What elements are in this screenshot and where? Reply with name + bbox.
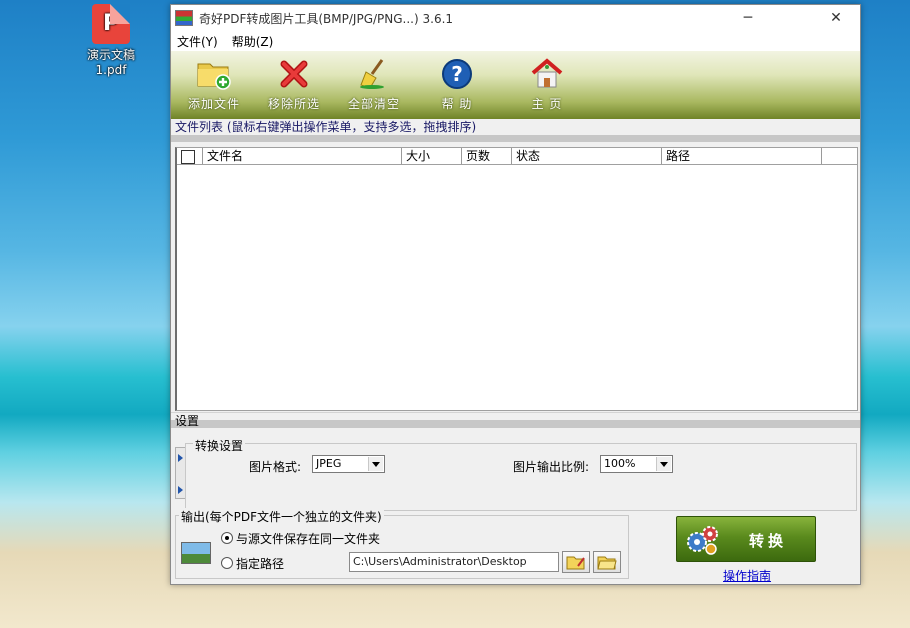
add-file-button[interactable]: 添加文件 (174, 51, 254, 117)
custom-path-radio[interactable] (221, 557, 233, 569)
menu-bar: 文件(Y) 帮助(Z) (171, 31, 860, 51)
operation-guide-link[interactable]: 操作指南 (723, 567, 771, 584)
custom-path-label[interactable]: 指定路径 (236, 555, 284, 572)
select-all-cell[interactable] (177, 148, 203, 164)
help-question-icon: ? (417, 57, 497, 91)
menu-help[interactable]: 帮助(Z) (232, 33, 274, 50)
chevron-down-icon[interactable] (656, 457, 671, 471)
scale-label: 图片输出比例: (513, 460, 590, 474)
file-list-divider (171, 135, 860, 142)
column-header-size[interactable]: 大小 (402, 148, 462, 164)
home-label: 主 页 (531, 97, 563, 111)
image-format-value: JPEG (316, 457, 342, 470)
same-folder-radio[interactable] (221, 532, 233, 544)
browse-folder-button[interactable] (562, 551, 590, 573)
select-all-checkbox[interactable] (181, 149, 195, 164)
add-file-label: 添加文件 (187, 97, 240, 111)
expand-arrow-icon (178, 454, 183, 462)
conversion-settings-group (185, 443, 857, 511)
column-header-pages[interactable]: 页数 (462, 148, 512, 164)
column-header-name[interactable]: 文件名 (203, 148, 402, 164)
open-folder-button[interactable] (593, 551, 621, 573)
expand-arrow-icon (178, 486, 183, 494)
image-format-select[interactable]: JPEG (312, 455, 385, 473)
file-list[interactable]: 文件名 大小 页数 状态 路径 (175, 147, 858, 411)
scale-value: 100% (604, 457, 636, 470)
settings-section-title: 设置 (171, 412, 860, 428)
red-x-icon (254, 57, 334, 91)
folder-edit-icon (566, 556, 585, 570)
window-title: 奇好PDF转成图片工具(BMP/JPG/PNG...) 3.6.1 (199, 11, 454, 26)
folder-add-icon (174, 57, 254, 91)
clear-all-button[interactable]: 全部清空 (334, 51, 414, 117)
remove-selected-button[interactable]: 移除所选 (254, 51, 334, 117)
menu-file[interactable]: 文件(Y) (177, 33, 218, 50)
chevron-down-icon[interactable] (368, 457, 383, 471)
remove-selected-label: 移除所选 (267, 97, 320, 111)
close-button[interactable]: ✕ (814, 5, 858, 31)
output-path-input[interactable]: C:\Users\Administrator\Desktop (349, 552, 559, 572)
home-button[interactable]: 主 页 (507, 51, 587, 117)
help-button[interactable]: ? 帮 助 (417, 51, 497, 117)
broom-icon (334, 57, 414, 91)
toolbar: 添加文件 移除所选 全部清空 ? 帮 助 主 页 (171, 51, 860, 119)
title-bar[interactable]: 奇好PDF转成图片工具(BMP/JPG/PNG...) 3.6.1 ─ ☐ ✕ (171, 5, 860, 31)
conversion-settings-legend: 转换设置 (193, 437, 246, 454)
clear-all-label: 全部清空 (347, 97, 400, 111)
column-header-status[interactable]: 状态 (512, 148, 662, 164)
app-icon (175, 10, 193, 26)
output-settings-legend: 输出(每个PDF文件一个独立的文件夹) (179, 508, 384, 525)
gears-icon (685, 524, 719, 560)
minimize-button[interactable]: ─ (726, 5, 770, 31)
help-label: 帮 助 (441, 97, 473, 111)
desktop-pdf-file[interactable]: P 演示文稿 1.pdf (82, 4, 140, 78)
folder-open-icon (597, 556, 617, 570)
convert-button[interactable]: 转换 (676, 516, 816, 562)
file-list-section-title: 文件列表 (鼠标右键弹出操作菜单，支持多选，拖拽排序) (171, 119, 860, 135)
same-folder-label[interactable]: 与源文件保存在同一文件夹 (236, 530, 380, 547)
image-format-label: 图片格式: (249, 460, 302, 474)
desktop-file-label: 演示文稿 1.pdf (86, 48, 135, 77)
convert-label: 转换 (749, 532, 788, 550)
image-picture-icon (181, 542, 211, 564)
file-list-header: 文件名 大小 页数 状态 路径 (177, 148, 857, 165)
scale-select[interactable]: 100% (600, 455, 673, 473)
pdf-file-icon: P (92, 4, 130, 44)
column-header-path[interactable]: 路径 (662, 148, 822, 164)
app-window: 奇好PDF转成图片工具(BMP/JPG/PNG...) 3.6.1 ─ ☐ ✕ … (170, 4, 861, 585)
svg-text:?: ? (451, 62, 463, 86)
home-icon (507, 57, 587, 91)
